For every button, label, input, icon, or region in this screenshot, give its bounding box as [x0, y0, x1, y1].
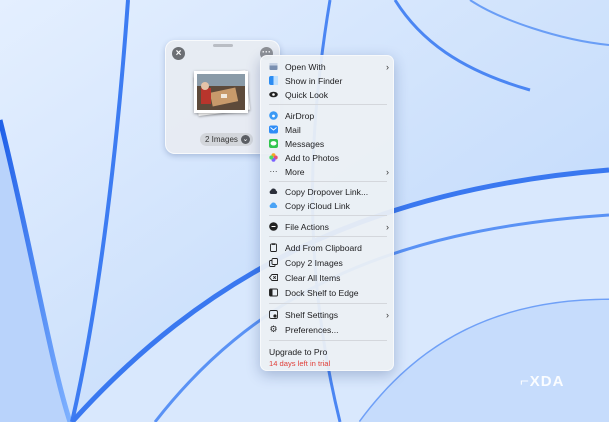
watermark-logo: ⌐XDA	[520, 373, 564, 390]
menu-item-copy-icloud-link[interactable]: Copy iCloud Link	[269, 199, 389, 212]
clipboard-icon	[269, 243, 278, 252]
menu-item-open-with[interactable]: Open With ›	[269, 60, 389, 73]
image-count-label: 2 Images	[205, 135, 238, 144]
menu-item-file-actions[interactable]: File Actions ›	[269, 220, 389, 233]
drag-handle[interactable]	[213, 44, 233, 47]
photos-icon	[269, 153, 278, 162]
messages-icon	[269, 139, 278, 148]
menu-item-show-in-finder[interactable]: Show in Finder	[269, 74, 389, 87]
menu-item-label: Preferences...	[285, 324, 339, 335]
gear-icon: ⚙	[269, 324, 278, 334]
menu-item-label: Add From Clipboard	[285, 242, 362, 253]
shelf-settings-icon	[269, 310, 278, 319]
menu-item-label: Dock Shelf to Edge	[285, 287, 359, 298]
menu-item-dock-shelf[interactable]: Dock Shelf to Edge	[269, 286, 389, 299]
menu-item-messages[interactable]: Messages	[269, 137, 389, 150]
menu-item-label: Quick Look	[285, 89, 328, 100]
watermark-bracket-icon: ⌐	[520, 373, 530, 390]
upgrade-to-pro-button[interactable]: Upgrade to Pro	[269, 347, 327, 357]
menu-item-airdrop[interactable]: AirDrop	[269, 109, 389, 122]
menu-item-label: Messages	[285, 138, 325, 149]
chevron-down-icon: ⌄	[240, 135, 250, 144]
menu-item-shelf-settings[interactable]: Shelf Settings ›	[269, 308, 389, 321]
menu-item-label: File Actions	[285, 221, 329, 232]
clear-icon	[269, 273, 278, 282]
menu-item-label: AirDrop	[285, 110, 315, 121]
ellipsis-icon: ···	[269, 167, 278, 176]
mail-icon	[269, 125, 278, 134]
open-with-icon	[269, 62, 278, 71]
menu-item-preferences[interactable]: ⚙ Preferences...	[269, 323, 389, 336]
menu-item-label: Clear All Items	[285, 272, 341, 283]
menu-item-label: Add to Photos	[285, 152, 339, 163]
menu-item-quick-look[interactable]: Quick Look	[269, 88, 389, 101]
menu-separator	[269, 340, 387, 341]
menu-item-copy-dropover-link[interactable]: Copy Dropover Link...	[269, 185, 389, 198]
menu-item-label: Copy 2 Images	[285, 257, 343, 268]
menu-separator	[269, 181, 387, 182]
photo-thumbnail-icon	[197, 74, 245, 110]
menu-item-clear-all-items[interactable]: Clear All Items	[269, 271, 389, 284]
menu-separator	[269, 215, 387, 216]
menu-item-more[interactable]: ··· More ›	[269, 165, 390, 178]
cloud-dark-icon	[269, 187, 278, 196]
menu-item-label: More	[285, 166, 305, 177]
eye-icon	[269, 90, 278, 99]
image-thumbnail-stack[interactable]	[193, 69, 251, 117]
trial-remaining-text: 14 days left in trial	[269, 359, 331, 368]
close-icon[interactable]: ×	[172, 47, 185, 60]
menu-item-label: Mail	[285, 124, 301, 135]
copy-icon	[269, 258, 278, 267]
menu-separator	[269, 104, 387, 105]
menu-item-add-from-clipboard[interactable]: Add From Clipboard	[269, 241, 389, 254]
image-count-pill[interactable]: 2 Images ⌄	[200, 133, 253, 146]
menu-item-copy-images[interactable]: Copy 2 Images	[269, 256, 389, 269]
menu-item-label: Shelf Settings	[285, 309, 339, 320]
airdrop-icon	[269, 111, 278, 120]
chevron-right-icon: ›	[386, 309, 389, 320]
menu-item-label: Open With	[285, 61, 326, 72]
icloud-icon	[269, 201, 278, 210]
menu-item-add-to-photos[interactable]: Add to Photos	[269, 151, 389, 164]
chevron-right-icon: ›	[386, 166, 389, 177]
menu-separator	[269, 303, 387, 304]
menu-item-label: Show in Finder	[285, 75, 343, 86]
chevron-right-icon: ›	[386, 221, 389, 232]
chevron-right-icon: ›	[386, 61, 389, 72]
dock-icon	[269, 288, 278, 297]
menu-separator	[269, 236, 387, 237]
watermark-text: XDA	[529, 373, 565, 390]
file-actions-icon	[269, 222, 278, 231]
menu-item-mail[interactable]: Mail	[269, 123, 389, 136]
menu-item-label: Copy iCloud Link	[285, 200, 350, 211]
finder-icon	[269, 76, 278, 85]
menu-item-label: Copy Dropover Link...	[285, 186, 369, 197]
thumbnail-front	[194, 71, 248, 113]
context-menu: Open With › Show in Finder Quick Look Ai…	[260, 55, 394, 371]
